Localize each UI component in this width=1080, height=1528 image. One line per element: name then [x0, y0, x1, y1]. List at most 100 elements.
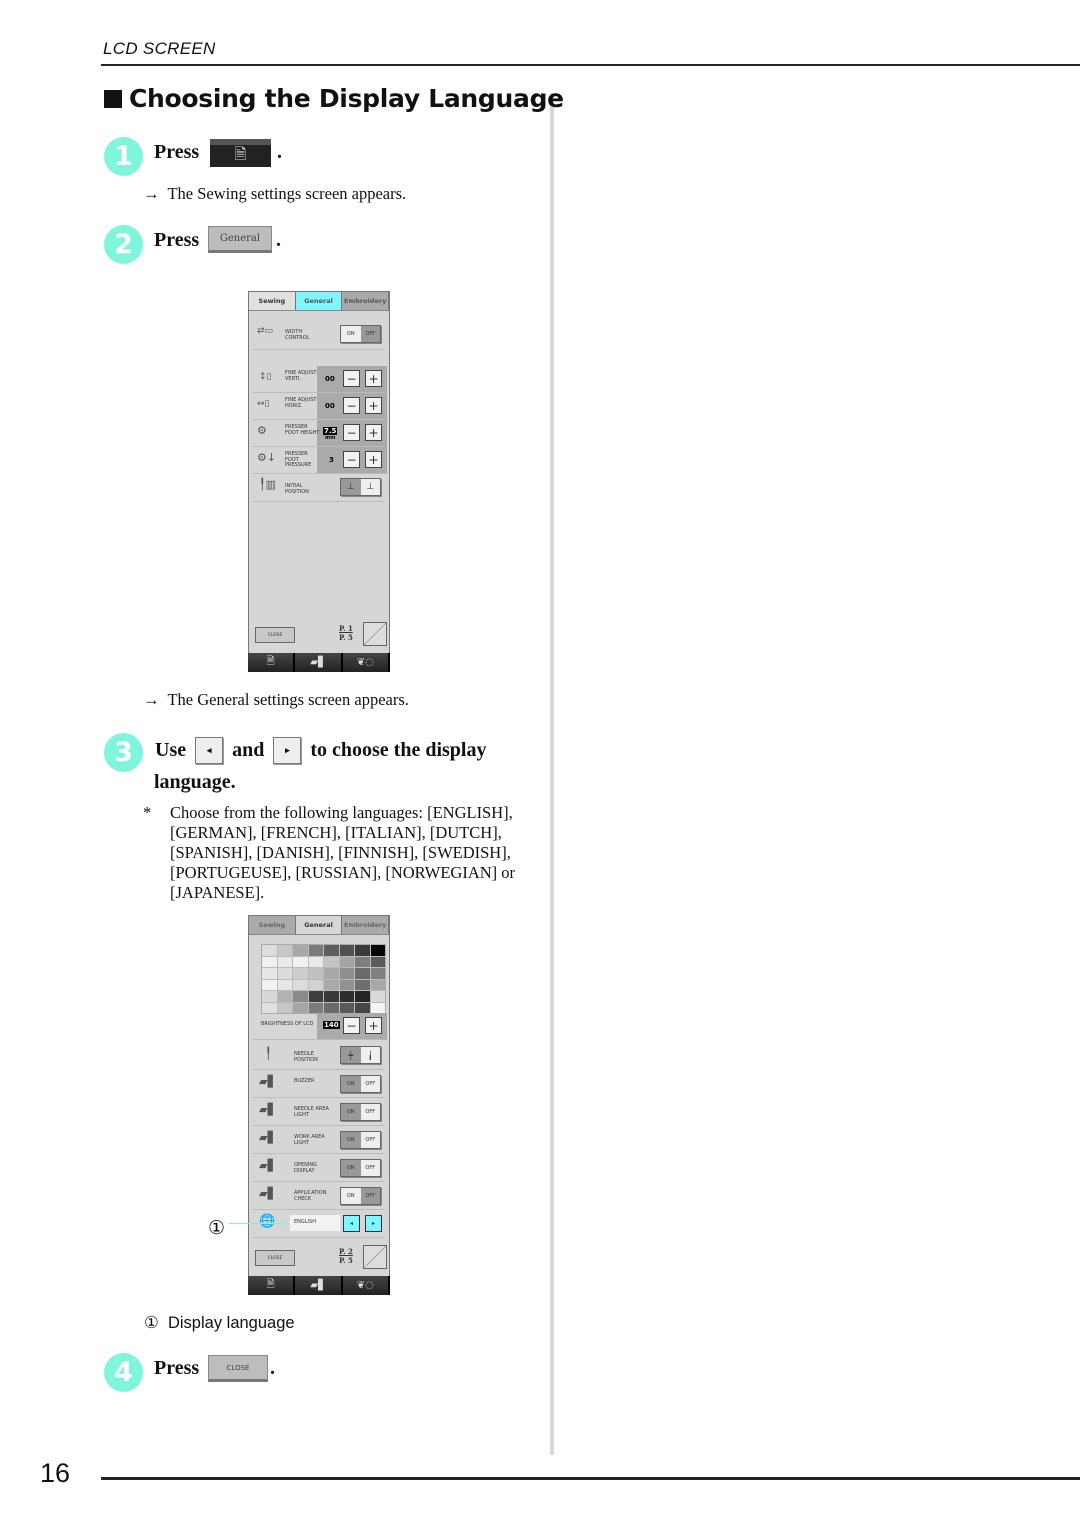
palette-swatch [293, 968, 308, 979]
palette-swatch [308, 991, 323, 1002]
palette-swatch [339, 979, 354, 990]
screen-tabs: Sewing General Embroidery [249, 292, 390, 311]
palette-swatch [324, 956, 339, 967]
machine-icon[interactable]: ▰▋ [295, 653, 343, 672]
header-rule [101, 64, 1080, 66]
plus-button[interactable]: + [365, 370, 382, 387]
on-option[interactable]: ON [341, 1160, 361, 1176]
palette-swatch [339, 1002, 354, 1013]
sewing-settings-button[interactable]: 🗎 [210, 139, 271, 167]
row-label: FINE ADJUST VERTI. [285, 370, 317, 382]
palette-swatch [370, 956, 385, 967]
tab-embroidery[interactable]: Embroidery [342, 292, 390, 310]
close-button[interactable]: CLOSE [208, 1355, 268, 1382]
off-option[interactable]: OFF [361, 1160, 381, 1176]
sewing-settings-icon[interactable]: 🗎 [248, 653, 296, 672]
on-option[interactable]: ON [341, 326, 361, 342]
foot-down-option[interactable]: ⊥ [341, 479, 361, 495]
page-indicator: P. 1 P. 5 [339, 624, 353, 642]
palette-swatch [355, 968, 370, 979]
off-option[interactable]: OFF [360, 1188, 380, 1204]
on-option[interactable]: ON [341, 1132, 361, 1148]
foot-up-option[interactable]: ⊥ [361, 479, 381, 495]
tab-sewing[interactable]: Sewing [249, 292, 296, 310]
callout-label: Display language [167, 1314, 295, 1332]
tab-general[interactable]: General [295, 916, 343, 934]
left-arrow-button[interactable]: ◂ [195, 737, 224, 764]
step-1-result: → The Sewing settings screen appears. [143, 184, 406, 204]
unit-label: mm [325, 435, 336, 441]
tab-general[interactable]: General [295, 292, 343, 310]
toggle[interactable]: ON OFF [340, 1131, 381, 1149]
off-option[interactable]: OFF [361, 1132, 381, 1148]
setting-row: ▰▋ NEEDLE AREA LIGHT ON OFF [253, 1098, 385, 1126]
minus-button[interactable]: − [343, 451, 360, 468]
palette-swatch [355, 979, 370, 990]
row-label: PRESSER FOOT PRESSURE [285, 451, 312, 468]
current-page: P. 2 [339, 1247, 353, 1256]
period: . [277, 141, 282, 163]
page-number: 16 [40, 1458, 71, 1488]
minus-button[interactable]: − [343, 424, 360, 441]
right-arrow-button[interactable]: ▸ [273, 737, 302, 764]
value-display: 3 [329, 456, 334, 464]
minus-button[interactable]: − [343, 370, 360, 387]
embroidery-icon[interactable]: ❦◌ [342, 653, 390, 672]
row-label: BRIGHTNESS OF LCD [261, 1021, 314, 1027]
on-option[interactable]: ON [341, 1188, 361, 1204]
toggle[interactable]: ON OFF [340, 1159, 381, 1177]
vertical-adjust-icon: ↕▯ [259, 372, 272, 382]
off-option[interactable]: OFF [361, 1076, 381, 1092]
tab-sewing[interactable]: Sewing [249, 916, 296, 934]
palette-swatch [324, 968, 339, 979]
plus-button[interactable]: + [365, 1017, 382, 1034]
general-button[interactable]: General [208, 226, 272, 253]
row-label: NEEDLE AREA LIGHT [294, 1106, 329, 1118]
off-option[interactable]: OFF [361, 1104, 381, 1120]
row-label: BUZZER [294, 1078, 315, 1084]
minus-button[interactable]: − [343, 397, 360, 414]
plus-button[interactable]: + [365, 424, 382, 441]
arrow-icon: → [143, 690, 160, 709]
close-button[interactable]: CLOSE [255, 627, 295, 643]
tab-embroidery[interactable]: Embroidery [342, 916, 390, 934]
off-option[interactable]: OFF [360, 326, 380, 342]
section-title: Choosing the Display Language [104, 84, 564, 113]
on-option[interactable]: ON [341, 1076, 361, 1092]
step-2-result: → The General settings screen appears. [143, 690, 409, 710]
toggle[interactable]: ON OFF [340, 1103, 381, 1121]
palette-swatch [339, 991, 354, 1002]
machine-icon[interactable]: ▰▋ [295, 1276, 343, 1295]
row-label: WORK AREA LIGHT [294, 1134, 325, 1146]
minus-button[interactable]: − [343, 1017, 360, 1034]
language-left-button[interactable]: ◂ [343, 1215, 360, 1232]
callout-legend: ① Display language [144, 1313, 295, 1333]
toggle[interactable]: ON OFF [340, 1075, 381, 1093]
value-display: 140 [323, 1021, 340, 1029]
initial-position-toggle[interactable]: ⊥ ⊥ [340, 478, 381, 496]
row-label: APPLICATION CHECK [294, 1190, 327, 1202]
section-title-text: Choosing the Display Language [129, 84, 564, 113]
needle-up-option[interactable]: ┿ [341, 1047, 361, 1063]
setting-row: ▰▋ APPLICATION CHECK ON OFF [253, 1182, 385, 1210]
sewing-settings-icon[interactable]: 🗎 [248, 1276, 296, 1295]
needle-position-toggle[interactable]: ┿ ╽ [340, 1046, 381, 1064]
plus-button[interactable]: + [365, 397, 382, 414]
width-control-toggle[interactable]: ON OFF [340, 325, 381, 343]
close-button[interactable]: CLOSE [255, 1250, 295, 1266]
running-head: LCD SCREEN [103, 39, 216, 58]
needle-light-icon: ▰▋ [259, 1103, 276, 1116]
period: . [270, 1357, 275, 1379]
plus-button[interactable]: + [365, 451, 382, 468]
step-3-text: Use ◂ and ▸ to choose the display [155, 737, 486, 764]
note-marker: * [143, 803, 152, 822]
page-turn-button[interactable] [363, 622, 387, 646]
sewing-settings-screen: Sewing General Embroidery ⇄▭ WIDTH CONTR… [248, 291, 390, 672]
page-turn-button[interactable] [363, 1245, 387, 1269]
toggle[interactable]: ON OFF [340, 1187, 381, 1205]
presser-foot-height-row: ⚙ PRESSER FOOT HEIGHT 7.5 mm − + [253, 420, 385, 447]
on-option[interactable]: ON [341, 1104, 361, 1120]
needle-down-option[interactable]: ╽ [361, 1047, 381, 1063]
language-right-button[interactable]: ▸ [365, 1215, 382, 1232]
embroidery-icon[interactable]: ❦◌ [342, 1276, 390, 1295]
